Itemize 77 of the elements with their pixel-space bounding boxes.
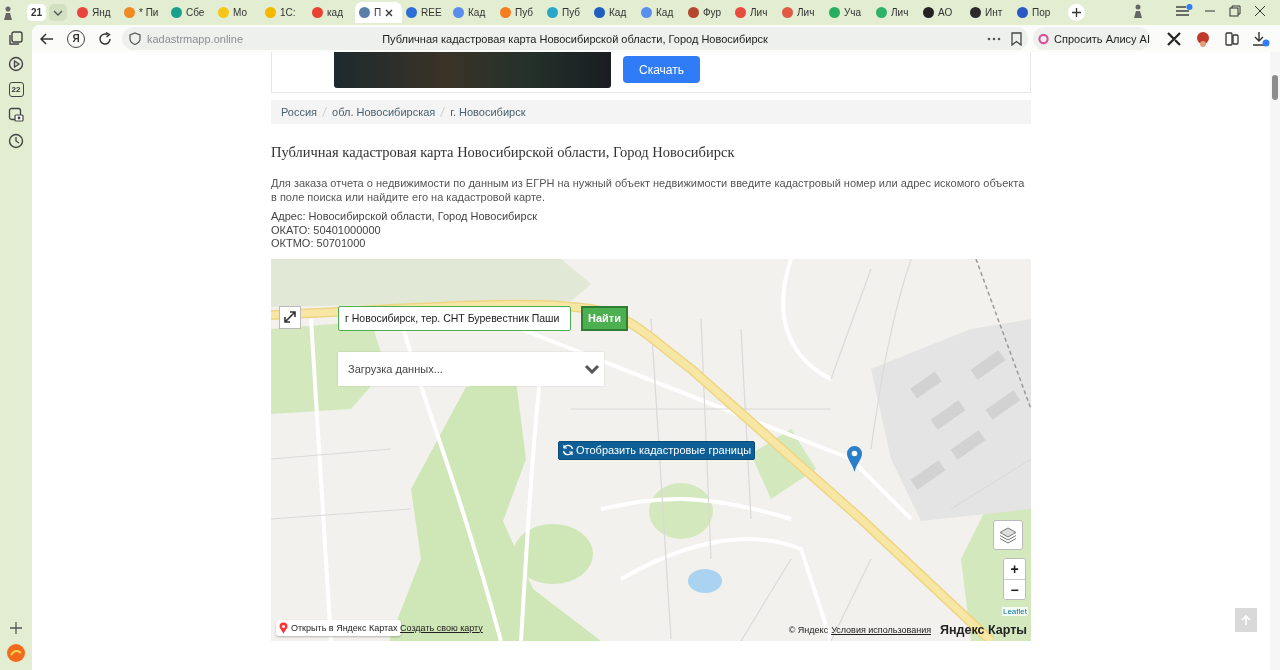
play-icon[interactable]	[8, 56, 24, 72]
browser-tab[interactable]: Уча	[825, 2, 872, 23]
browser-tab[interactable]: Кад	[637, 2, 684, 23]
breadcrumb-link[interactable]: г. Новосибирск	[450, 106, 526, 118]
browser-tab[interactable]: Пуб	[543, 2, 590, 23]
refresh-icon	[562, 444, 574, 456]
layers-icon	[999, 525, 1017, 544]
bookmark-icon[interactable]	[1011, 31, 1022, 46]
detail-line: ОКАТО: 50401000000	[271, 223, 382, 237]
restore-icon[interactable]	[1228, 3, 1242, 18]
leaflet-link[interactable]: Leaflet	[1001, 606, 1028, 616]
browser-tab[interactable]: кад	[308, 2, 355, 23]
tabs-icon[interactable]	[8, 30, 24, 46]
browser-tab[interactable]: * Пи	[120, 2, 167, 23]
menu-icon[interactable]	[1175, 3, 1193, 18]
more-icon[interactable]	[987, 36, 1001, 41]
close-icon[interactable]	[1253, 3, 1267, 18]
plus-icon[interactable]	[10, 622, 22, 634]
fullscreen-button[interactable]	[279, 305, 301, 329]
new-tab-button[interactable]	[1068, 4, 1085, 21]
browser-tab[interactable]: REE	[402, 2, 449, 23]
browser-tab[interactable]: Инт	[966, 2, 1013, 23]
download-icon[interactable]	[1252, 30, 1270, 47]
browser-tab[interactable]: П	[355, 2, 402, 23]
blob-icon[interactable]	[1195, 30, 1211, 47]
search-field[interactable]: г Новосибирск, тер. СНТ Буревестник Паши	[338, 305, 571, 331]
terms-link[interactable]: Условия использования	[831, 624, 932, 635]
page-heading: Публичная кадастровая карта Новосибирской области, Город Новосибирск	[271, 143, 736, 161]
chevron-down-icon[interactable]	[53, 9, 63, 16]
shield-icon	[129, 32, 141, 45]
page-title: Публичная кадастровая карта Новосибирской области, Город Новосибирск	[382, 32, 768, 45]
copyright-text: © Яндекс	[788, 624, 829, 635]
scrollbar[interactable]	[1270, 52, 1280, 670]
url-text: kadastrmapp.online	[147, 32, 243, 45]
browser-tab[interactable]: Лич	[778, 2, 825, 23]
browser-tab[interactable]: Фур	[684, 2, 731, 23]
tab-counter[interactable]: 21	[27, 4, 46, 21]
browser-tab[interactable]: Сбе	[167, 2, 214, 23]
address-bar[interactable]: kadastrmapp.online Публичная кадастровая карта Новосибирской области, Город Новосибирск	[122, 27, 1028, 50]
detail-line: Адрес: Новосибирской области, Город Новосибирск	[271, 210, 538, 224]
calendar-button[interactable]: 22	[8, 82, 24, 97]
reload-icon[interactable]	[98, 31, 112, 46]
intro-text: Для заказа отчета о недвижимости по данным из ЕГРН на нужный объект недвижимости введите кадастровый номер или адрес искомого объекта в поле поиска или найдите его на кадастровой карте.	[271, 177, 1026, 204]
camera-icon[interactable]	[8, 107, 24, 123]
breadcrumb-link[interactable]: обл. Новосибирская	[332, 106, 436, 118]
browser-tab[interactable]: Лич	[731, 2, 778, 23]
cross-shape-icon[interactable]	[1166, 30, 1182, 47]
close-icon[interactable]	[385, 8, 394, 17]
ask-assistant-button[interactable]: Спросить Алису AI	[1033, 27, 1150, 50]
expand-icon	[284, 311, 296, 323]
chevron-down-icon	[584, 363, 600, 374]
scrollbar-thumb[interactable]	[1272, 75, 1278, 100]
maps-logo: Яндекс Карты	[940, 622, 1027, 637]
browser-tab[interactable]: Пор	[1013, 2, 1060, 23]
plus-icon	[1072, 8, 1081, 17]
layers-button[interactable]	[993, 519, 1023, 550]
browser-tab[interactable]: Лич	[872, 2, 919, 23]
browser-tab[interactable]: 1С:	[261, 2, 308, 23]
clock-icon[interactable]	[8, 133, 24, 149]
back-icon[interactable]	[40, 32, 54, 45]
pin-icon	[279, 621, 288, 634]
browser-tab[interactable]: Мо	[214, 2, 261, 23]
panels-icon[interactable]	[1224, 30, 1240, 47]
map-pin-icon	[846, 444, 863, 473]
download-button[interactable]: Скачать	[623, 56, 700, 83]
create-map-link[interactable]: Создать свою карту	[400, 622, 483, 633]
results-dropdown[interactable]: Загрузка данных...	[338, 351, 604, 386]
arrow-up-icon	[1241, 615, 1251, 625]
browser-tab[interactable]: АО	[919, 2, 966, 23]
detail-line: ОКТМО: 50701000	[271, 237, 367, 251]
breadcrumb-link[interactable]: Россия	[281, 106, 318, 118]
browser-tab[interactable]: Кад	[590, 2, 637, 23]
browser-tab[interactable]: Янд	[73, 2, 120, 23]
browser-tab[interactable]: Пуб	[496, 2, 543, 23]
zoom-out-button[interactable]: −	[1004, 578, 1025, 599]
disc-icon[interactable]	[7, 644, 25, 662]
browser-tab[interactable]: Кад	[449, 2, 496, 23]
